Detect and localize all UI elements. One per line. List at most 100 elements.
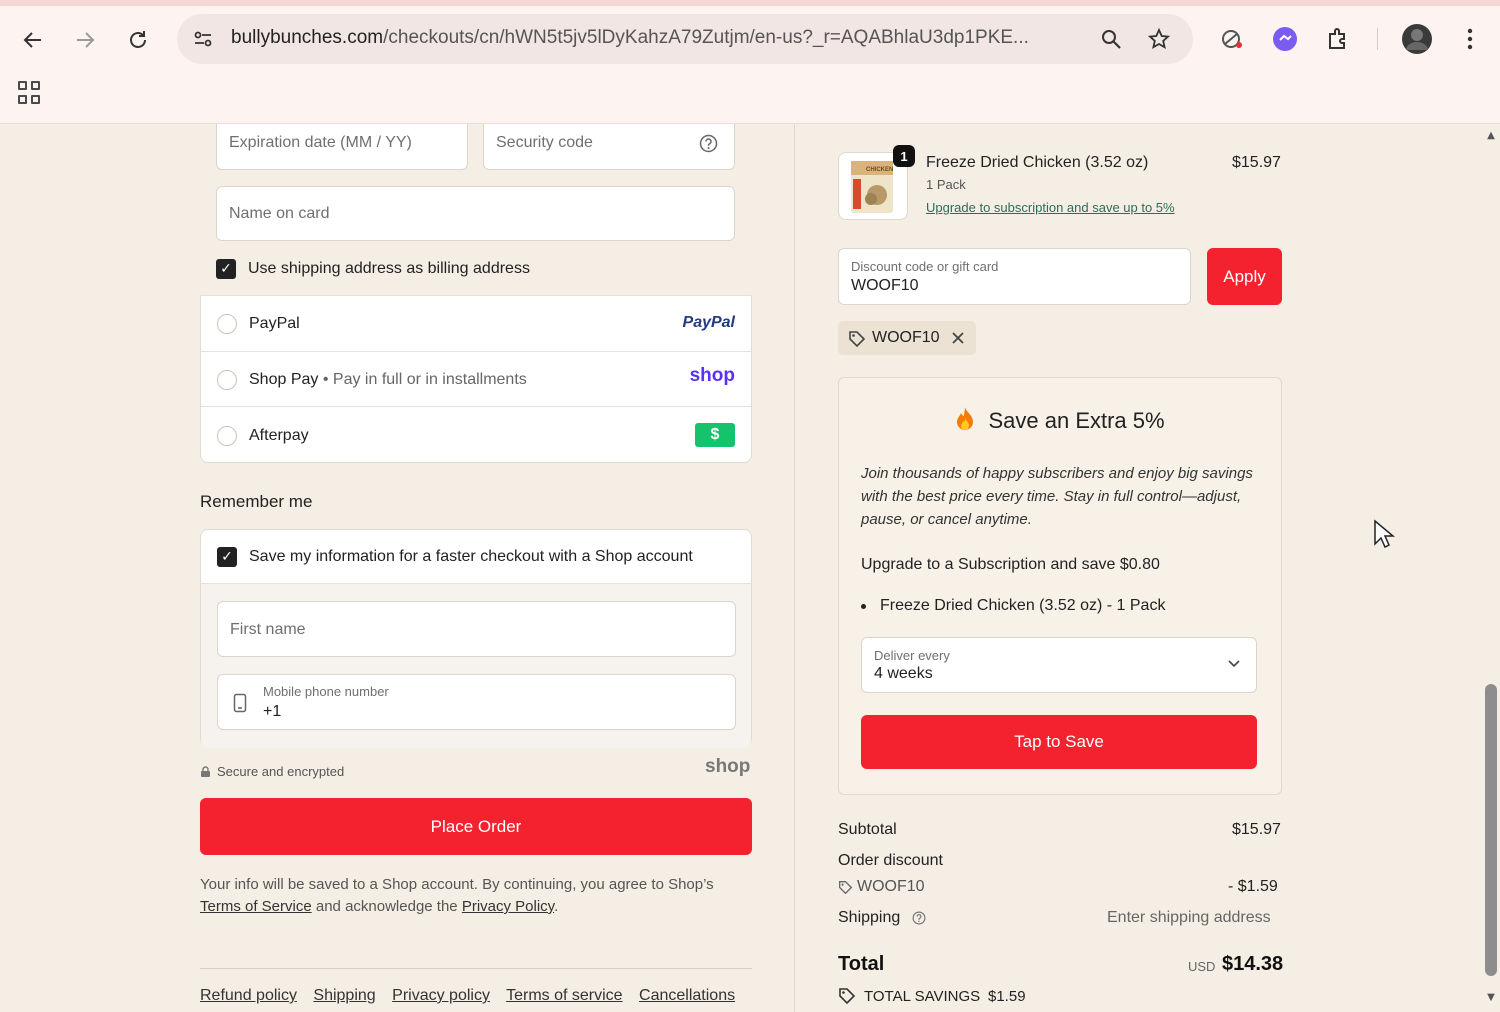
address-bar[interactable]: bullybunches.com/checkouts/cn/hWN5t5jv5l… <box>177 14 1193 64</box>
zoom-search-icon[interactable] <box>1098 26 1124 52</box>
place-order-label: Place Order <box>430 816 522 836</box>
subscription-upsell-box: Save an Extra 5% Join thousands of happy… <box>838 377 1282 795</box>
phone-value: +1 <box>263 703 282 720</box>
back-button[interactable] <box>17 24 49 56</box>
extension-icon-1[interactable] <box>1217 24 1247 54</box>
paypal-logo: PayPal <box>682 314 735 331</box>
subscribe-item: Freeze Dried Chicken (3.52 oz) - 1 Pack <box>880 597 1166 614</box>
phone-label: Mobile phone number <box>263 684 389 699</box>
product-thumb-label: CHICKEN <box>866 167 894 173</box>
payment-methods-panel: PayPal PayPal Shop Pay • Pay in full or … <box>200 295 752 463</box>
bookmark-star-icon[interactable] <box>1146 26 1172 52</box>
product-price: $15.97 <box>1232 154 1281 171</box>
discount-amount: - $1.59 <box>1228 878 1278 895</box>
legal-middle: and acknowledge the <box>315 898 458 915</box>
legal-suffix: . <box>554 898 559 915</box>
discount-code-input[interactable]: Discount code or gift card WOOF10 <box>838 248 1191 305</box>
discount-tag-icon <box>839 881 853 895</box>
checkout-page: Expiration date (MM / YY) Security code … <box>0 124 1500 1012</box>
billing-same-row[interactable]: ✓ Use shipping address as billing addres… <box>200 244 752 296</box>
lock-icon <box>201 766 210 777</box>
name-on-card-placeholder: Name on card <box>229 205 330 222</box>
currency-code: USD <box>1188 959 1216 974</box>
legal-text: Your info will be saved to a Shop accoun… <box>200 874 752 918</box>
remember-me-heading: Remember me <box>200 492 313 511</box>
phone-icon <box>233 693 247 713</box>
reload-button[interactable] <box>122 24 154 56</box>
shoppay-option[interactable]: Shop Pay • Pay in full or in installment… <box>201 351 751 407</box>
profile-avatar[interactable] <box>1400 22 1434 56</box>
browser-toolbar: bullybunches.com/checkouts/cn/hWN5t5jv5l… <box>0 0 1500 124</box>
footer-divider <box>200 968 752 969</box>
afterpay-radio[interactable] <box>217 426 237 446</box>
first-name-placeholder: First name <box>230 621 306 638</box>
paypal-radio[interactable] <box>217 314 237 334</box>
shoppay-logo: shop <box>689 365 735 386</box>
site-info-icon[interactable] <box>191 27 215 51</box>
first-name-input[interactable]: First name <box>217 601 736 657</box>
apps-grid-icon[interactable] <box>18 81 42 105</box>
mouse-cursor-icon <box>1374 519 1395 549</box>
cancellations-link[interactable]: Cancellations <box>639 987 735 1004</box>
name-on-card-input[interactable]: Name on card <box>216 186 735 241</box>
paypal-label: PayPal <box>249 315 300 332</box>
deliver-every-select[interactable]: Deliver every 4 weeks <box>861 637 1257 693</box>
terms-of-service-link[interactable]: Terms of Service <box>200 898 312 915</box>
menu-kebab-icon[interactable] <box>1455 24 1485 54</box>
extensions-puzzle-icon[interactable] <box>1323 24 1353 54</box>
total-savings-label: TOTAL SAVINGS <box>864 988 981 1005</box>
applied-discount-code: WOOF10 <box>857 878 925 895</box>
shoppay-sub: Pay in full or in installments <box>332 371 527 388</box>
privacy-policy-link[interactable]: Privacy Policy <box>462 898 554 915</box>
mobile-phone-input[interactable]: Mobile phone number +1 <box>217 674 736 730</box>
url-path: /checkouts/cn/hWN5t5jv5lDyKahzA79Zutjm/e… <box>383 27 1029 48</box>
product-thumbnail: CHICKEN 1 <box>838 145 915 220</box>
save-info-checkbox[interactable]: ✓ <box>217 547 237 567</box>
subscribe-upgrade-text: Upgrade to a Subscription and save $0.80 <box>861 556 1160 573</box>
expiration-date-input[interactable]: Expiration date (MM / YY) <box>216 124 468 170</box>
paypal-option[interactable]: PayPal PayPal <box>201 295 751 351</box>
forward-arrow-icon <box>77 32 95 48</box>
terms-of-service-footer-link[interactable]: Terms of service <box>506 987 622 1004</box>
toolbar-separator <box>1377 28 1378 50</box>
subtotal-value: $15.97 <box>1232 821 1281 838</box>
place-order-button[interactable]: Place Order <box>200 798 752 855</box>
reload-icon <box>130 31 146 48</box>
billing-same-checkbox[interactable]: ✓ <box>216 259 236 279</box>
scrollbar-thumb[interactable] <box>1485 684 1497 976</box>
help-circle-icon[interactable] <box>699 134 718 153</box>
upgrade-subscription-link[interactable]: Upgrade to subscription and save up to 5… <box>926 200 1175 215</box>
scroll-down-arrow-icon[interactable]: ▼ <box>1484 992 1498 1004</box>
remove-x-icon[interactable] <box>952 332 964 344</box>
tag-icon <box>849 331 866 348</box>
refund-policy-link[interactable]: Refund policy <box>200 987 297 1004</box>
apply-label: Apply <box>1223 266 1266 286</box>
shoppay-radio[interactable] <box>217 370 237 390</box>
chevron-down-icon <box>1228 660 1240 668</box>
order-discount-label: Order discount <box>838 852 943 869</box>
discount-tag-code: WOOF10 <box>872 329 940 346</box>
privacy-policy-footer-link[interactable]: Privacy policy <box>392 987 490 1004</box>
shipping-link[interactable]: Shipping <box>313 987 375 1004</box>
column-divider <box>794 124 795 1012</box>
total-label: Total <box>838 953 885 975</box>
url-domain: bullybunches.com <box>231 27 384 48</box>
discount-tag: WOOF10 <box>838 321 976 355</box>
tap-to-save-button[interactable]: Tap to Save <box>861 715 1257 769</box>
forward-button[interactable] <box>69 24 101 56</box>
footer-links: Refund policy Shipping Privacy policy Te… <box>200 987 735 1005</box>
back-arrow-icon <box>23 32 41 48</box>
security-code-input[interactable]: Security code <box>483 124 735 170</box>
save-info-row[interactable]: ✓ Save my information for a faster check… <box>201 530 751 584</box>
extension-icon-2[interactable] <box>1270 24 1300 54</box>
shipping-help-icon[interactable] <box>912 911 926 925</box>
shipping-value: Enter shipping address <box>1107 909 1271 926</box>
scroll-up-arrow-icon[interactable]: ▲ <box>1484 130 1498 142</box>
discount-value: WOOF10 <box>851 277 919 294</box>
apply-button[interactable]: Apply <box>1207 248 1282 305</box>
url-text[interactable]: bullybunches.com/checkouts/cn/hWN5t5jv5l… <box>231 27 1091 49</box>
fire-icon <box>955 406 975 436</box>
product-variant: 1 Pack <box>926 177 966 192</box>
billing-same-label: Use shipping address as billing address <box>248 260 530 277</box>
afterpay-option[interactable]: Afterpay $ <box>201 406 751 463</box>
